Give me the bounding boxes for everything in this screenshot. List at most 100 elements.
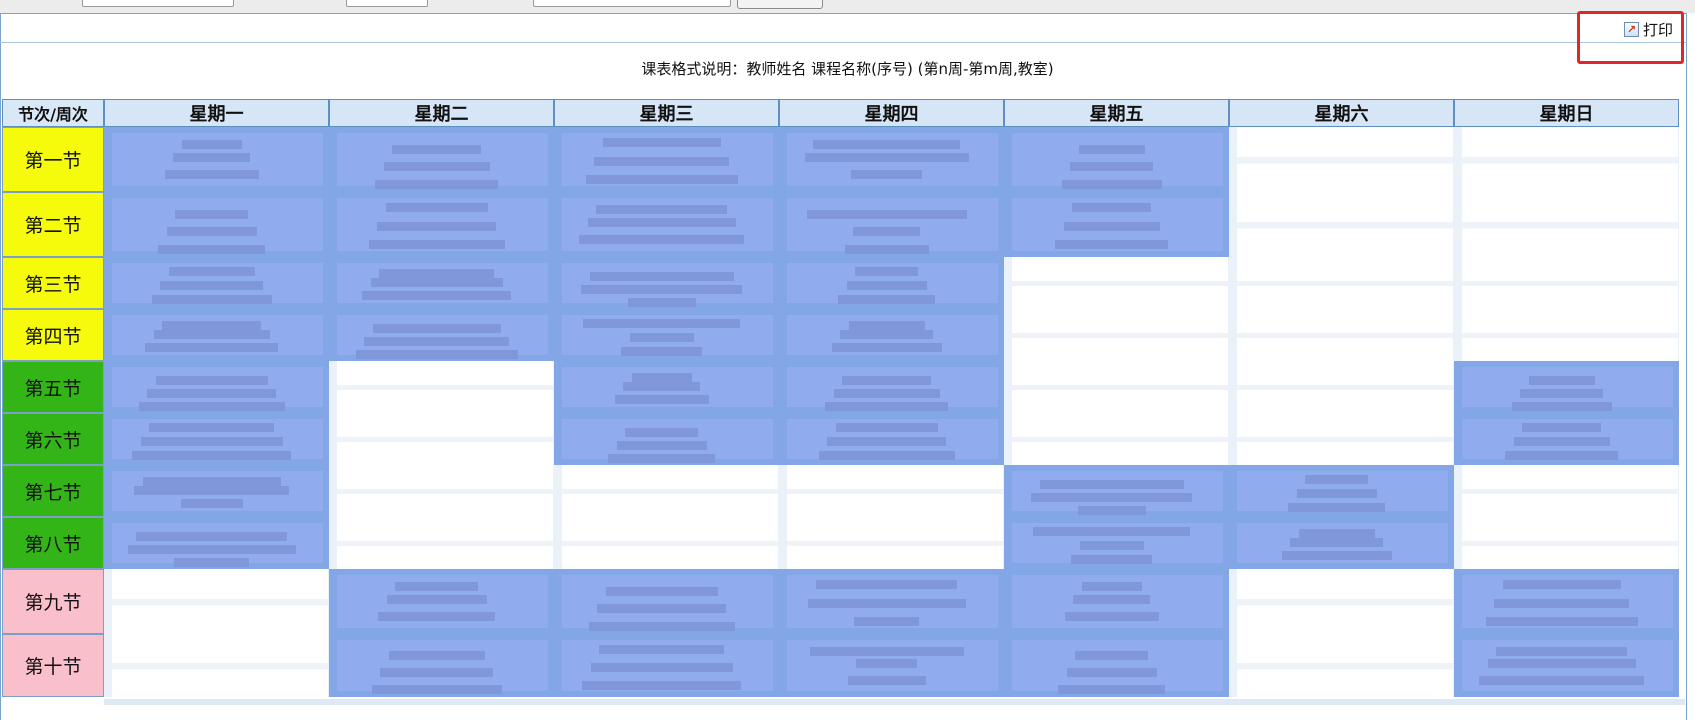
redacted-course-text — [617, 441, 707, 450]
course-cell-friday[interactable] — [1004, 517, 1229, 569]
redacted-course-text — [154, 330, 270, 340]
redacted-course-text — [371, 278, 503, 288]
redacted-course-text — [842, 375, 931, 385]
redacted-course-text — [373, 323, 501, 333]
redacted-course-text — [362, 291, 511, 300]
course-cell-tuesday[interactable] — [329, 127, 554, 192]
redacted-course-text — [386, 203, 488, 213]
period-label: 第二节 — [2, 192, 104, 257]
course-cell-thursday[interactable] — [779, 192, 1004, 257]
redacted-course-text — [854, 617, 919, 627]
redacted-course-text — [834, 389, 940, 398]
empty-slot-wednesday — [554, 517, 779, 569]
course-cell-thursday[interactable] — [779, 309, 1004, 361]
redacted-course-text — [608, 454, 715, 464]
redacted-course-text — [147, 389, 276, 398]
course-cell-wednesday[interactable] — [554, 127, 779, 192]
period-label: 第一节 — [2, 127, 104, 192]
toolbar-input-1[interactable] — [82, 0, 234, 7]
course-cell-friday[interactable] — [1004, 192, 1229, 257]
empty-slot-tuesday — [329, 465, 554, 517]
day-header-friday: 星期五 — [1004, 99, 1229, 127]
course-cell-sunday[interactable] — [1454, 634, 1679, 697]
redacted-course-text — [141, 437, 283, 447]
redacted-course-text — [162, 320, 261, 330]
redacted-course-text — [136, 531, 287, 541]
course-cell-tuesday[interactable] — [329, 309, 554, 361]
redacted-course-text — [1031, 493, 1192, 502]
course-cell-sunday[interactable] — [1454, 569, 1679, 634]
course-cell-thursday[interactable] — [779, 361, 1004, 413]
course-cell-monday[interactable] — [104, 465, 329, 517]
course-cell-sunday[interactable] — [1454, 413, 1679, 465]
course-cell-wednesday[interactable] — [554, 634, 779, 697]
redacted-course-text — [389, 651, 485, 661]
period-label: 第四节 — [2, 309, 104, 361]
period-label: 第三节 — [2, 257, 104, 309]
redacted-course-text — [1305, 475, 1368, 484]
course-cell-wednesday[interactable] — [554, 309, 779, 361]
empty-slot-tuesday — [329, 361, 554, 413]
course-cell-monday[interactable] — [104, 517, 329, 569]
course-cell-sunday[interactable] — [1454, 361, 1679, 413]
empty-slot-tuesday — [329, 517, 554, 569]
course-cell-thursday[interactable] — [779, 569, 1004, 634]
redacted-course-text — [582, 680, 741, 690]
course-cell-friday[interactable] — [1004, 465, 1229, 517]
redacted-course-text — [819, 451, 955, 460]
course-cell-monday[interactable] — [104, 192, 329, 257]
print-bar: ↗ 打印 — [0, 13, 1687, 43]
course-cell-monday[interactable] — [104, 413, 329, 465]
course-cell-saturday[interactable] — [1229, 517, 1454, 569]
redacted-course-text — [1503, 580, 1621, 590]
redacted-course-text — [156, 375, 268, 385]
redacted-course-text — [590, 271, 734, 281]
redacted-course-text — [128, 545, 296, 554]
course-cell-thursday[interactable] — [779, 127, 1004, 192]
course-cell-wednesday[interactable] — [554, 413, 779, 465]
redacted-course-text — [603, 138, 721, 148]
course-cell-thursday[interactable] — [779, 634, 1004, 697]
course-cell-thursday[interactable] — [779, 413, 1004, 465]
redacted-course-text — [599, 645, 724, 655]
switch-semester-button[interactable] — [737, 0, 823, 9]
empty-slot-wednesday — [554, 465, 779, 517]
redacted-course-text — [369, 240, 505, 250]
redacted-course-text — [840, 330, 933, 340]
course-cell-monday[interactable] — [104, 361, 329, 413]
empty-slot-saturday — [1229, 257, 1454, 309]
course-cell-monday[interactable] — [104, 309, 329, 361]
redacted-course-text — [175, 209, 248, 219]
empty-slot-sunday — [1454, 257, 1679, 309]
course-cell-wednesday[interactable] — [554, 192, 779, 257]
course-cell-tuesday[interactable] — [329, 257, 554, 309]
course-cell-friday[interactable] — [1004, 569, 1229, 634]
course-cell-wednesday[interactable] — [554, 361, 779, 413]
course-cell-monday[interactable] — [104, 257, 329, 309]
redacted-course-text — [825, 402, 948, 412]
redacted-course-text — [1080, 541, 1144, 551]
empty-slot-sunday — [1454, 465, 1679, 517]
period-label: 第六节 — [2, 413, 104, 465]
toolbar-input-2[interactable] — [346, 0, 428, 7]
course-cell-wednesday[interactable] — [554, 569, 779, 634]
redacted-course-text — [615, 395, 709, 404]
course-cell-thursday[interactable] — [779, 257, 1004, 309]
day-header-saturday: 星期六 — [1229, 99, 1454, 127]
course-cell-wednesday[interactable] — [554, 257, 779, 309]
semester-select[interactable] — [533, 0, 731, 7]
redacted-course-text — [588, 218, 736, 228]
empty-slot-saturday — [1229, 413, 1454, 465]
course-cell-monday[interactable] — [104, 127, 329, 192]
course-cell-tuesday[interactable] — [329, 192, 554, 257]
redacted-course-text — [1282, 551, 1392, 560]
course-cell-tuesday[interactable] — [329, 569, 554, 634]
day-header-wednesday: 星期三 — [554, 99, 779, 127]
redacted-course-text — [621, 347, 702, 356]
course-cell-tuesday[interactable] — [329, 634, 554, 697]
course-cell-friday[interactable] — [1004, 634, 1229, 697]
course-cell-saturday[interactable] — [1229, 465, 1454, 517]
redacted-course-text — [1520, 389, 1603, 398]
redacted-course-text — [375, 179, 498, 189]
course-cell-friday[interactable] — [1004, 127, 1229, 192]
